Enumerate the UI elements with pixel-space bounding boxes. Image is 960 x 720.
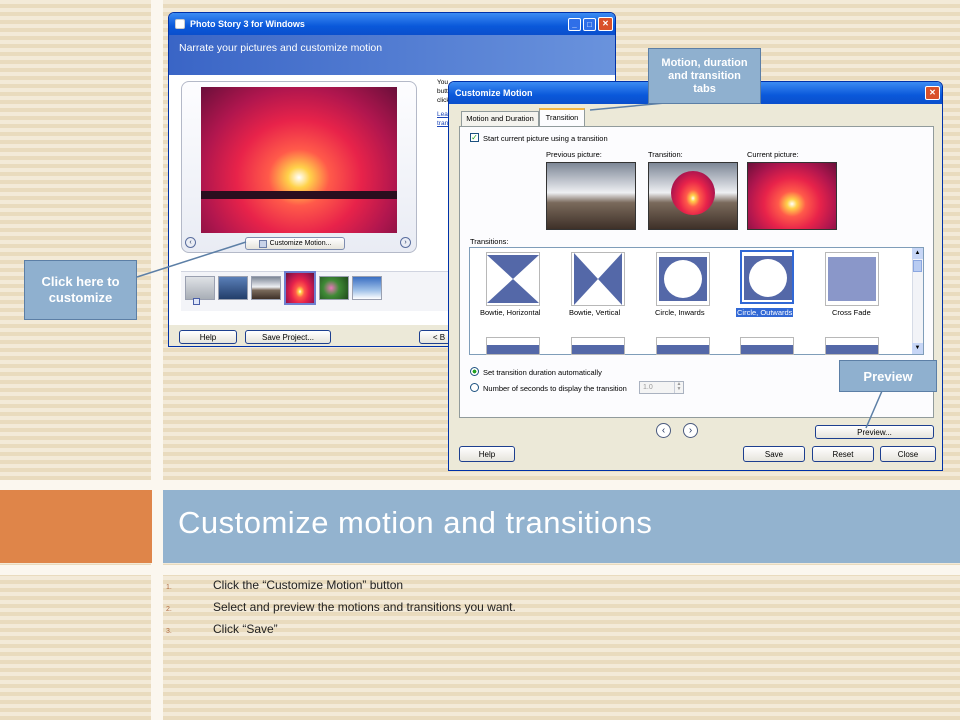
callout-click-here: Click here to customize	[24, 260, 137, 320]
leader-preview	[865, 390, 883, 429]
leader-customize	[136, 241, 247, 278]
callout-preview: Preview	[839, 360, 937, 392]
callout-leaders	[136, 102, 883, 429]
callout-tabs: Motion, duration and transition tabs	[648, 48, 761, 104]
leader-tabs	[589, 102, 666, 111]
